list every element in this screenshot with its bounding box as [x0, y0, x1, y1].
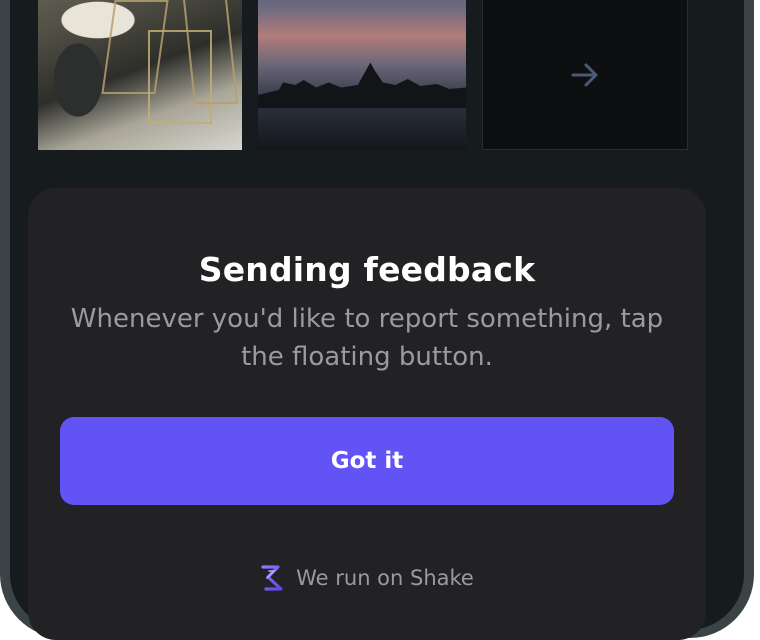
powered-by-footer[interactable]: We run on Shake: [28, 562, 706, 594]
gallery-photo-vases[interactable]: [38, 0, 242, 150]
city-skyline: [258, 62, 466, 110]
gallery-photo-city[interactable]: [258, 0, 466, 150]
gallery-next-tile[interactable]: [482, 0, 688, 150]
sheet-title: Sending feedback: [198, 250, 536, 289]
shake-logo-icon: [261, 565, 283, 591]
got-it-button[interactable]: Got it: [60, 417, 674, 505]
city-water: [258, 108, 466, 150]
page: Sending feedback Whenever you'd like to …: [0, 0, 760, 640]
footer-text: We run on Shake: [296, 566, 474, 590]
sheet-description: Whenever you'd like to report something,…: [70, 304, 664, 372]
arrow-right-icon: [571, 63, 598, 87]
feedback-bottom-sheet: Sending feedback Whenever you'd like to …: [28, 188, 706, 640]
